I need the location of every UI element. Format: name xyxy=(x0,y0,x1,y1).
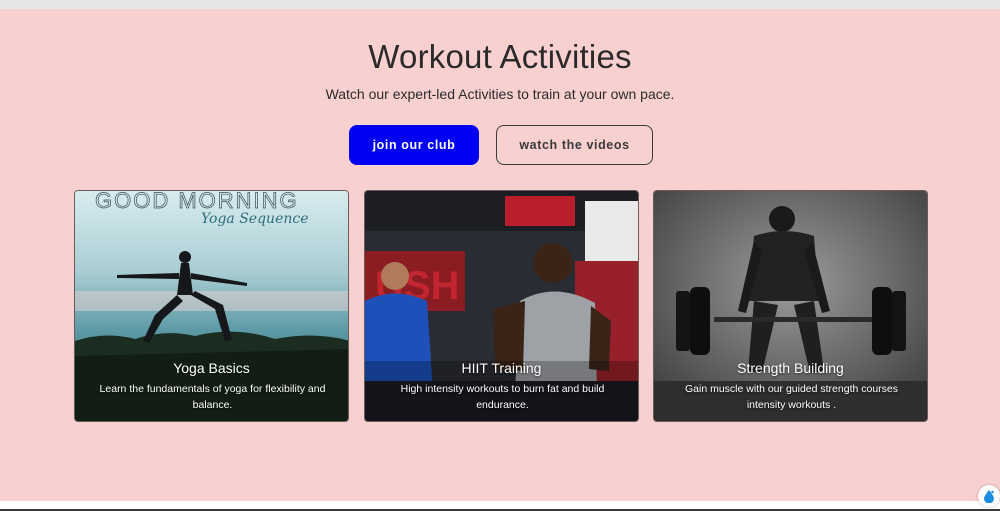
svg-text:GOOD MORNING: GOOD MORNING xyxy=(95,191,299,213)
card-title: Strength Building xyxy=(737,360,844,376)
page-title: Workout Activities xyxy=(368,38,632,75)
svg-text:Yoga Sequence: Yoga Sequence xyxy=(201,211,309,227)
card-description: Gain muscle with our guided strength cou… xyxy=(684,383,899,411)
activity-card-strength[interactable]: Strength Building Gain muscle with our g… xyxy=(653,190,928,422)
watch-videos-button[interactable]: watch the videos xyxy=(496,125,653,165)
activity-card-hiit[interactable]: USH HIIT Training High intensity workout… xyxy=(364,190,639,422)
card-description: Learn the fundamentals of yoga for flexi… xyxy=(99,383,326,411)
help-widget-icon[interactable] xyxy=(978,485,1000,507)
card-title: HIIT Training xyxy=(461,360,542,376)
droplet-icon xyxy=(984,490,994,503)
join-club-button[interactable]: join our club xyxy=(349,125,479,165)
card-title: Yoga Basics xyxy=(173,360,250,376)
activity-card-yoga[interactable]: GOOD MORNING Yoga Sequence Yoga Basics L… xyxy=(74,190,349,422)
browser-top-strip xyxy=(0,0,1000,9)
section-subtitle: Watch our expert-led Activities to train… xyxy=(325,86,675,102)
card-description: High intensity workouts to burn fat and … xyxy=(400,383,605,411)
